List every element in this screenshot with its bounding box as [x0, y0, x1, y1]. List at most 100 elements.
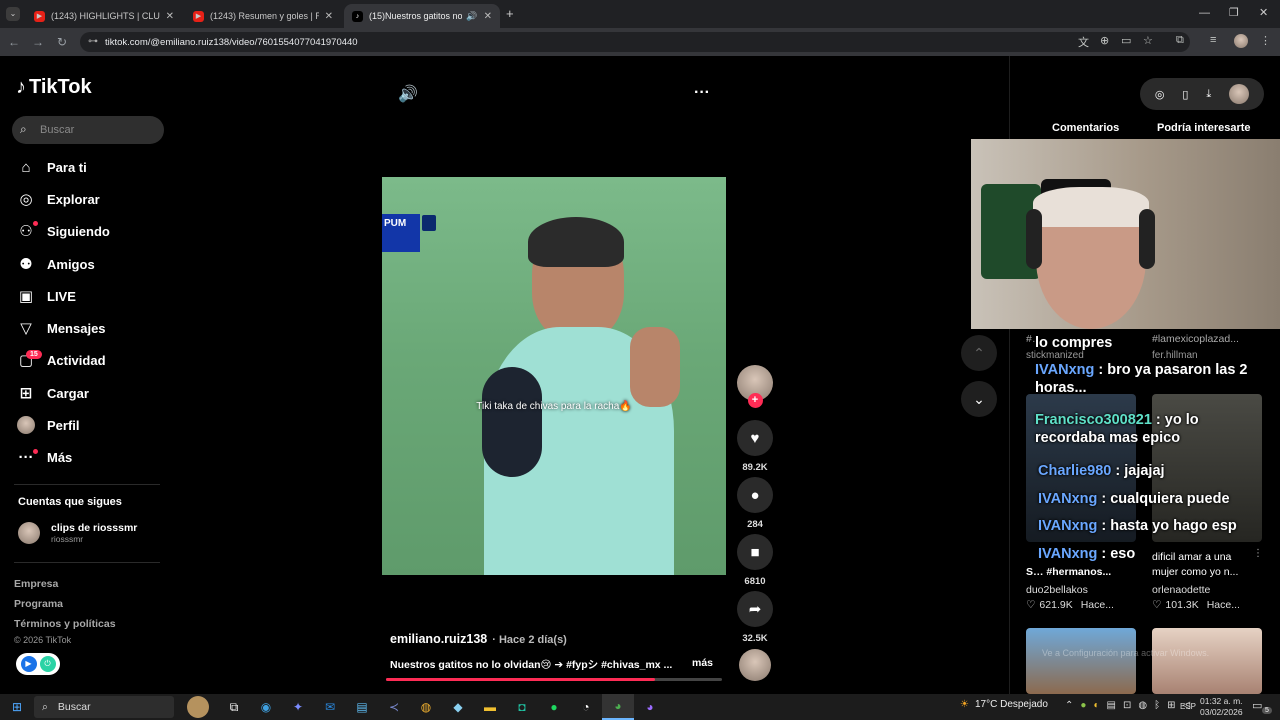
- nav-para-ti[interactable]: ⌂ Para ti: [16, 155, 86, 179]
- windows-start-icon[interactable]: ⊞: [0, 694, 34, 720]
- search-input[interactable]: ⌕ Buscar: [12, 116, 164, 144]
- card-4-author[interactable]: orlenaodette: [1152, 584, 1210, 596]
- mail-icon[interactable]: ✉: [314, 694, 346, 720]
- task-view-icon[interactable]: ⧉: [218, 694, 250, 720]
- share-button[interactable]: ➦ 32.5K: [737, 591, 773, 644]
- discord-icon[interactable]: ◕: [634, 694, 666, 720]
- card-2-tag[interactable]: #lamexicoplazad...: [1152, 333, 1239, 345]
- nav-mensajes[interactable]: ▽ Mensajes: [16, 316, 105, 340]
- network-icon[interactable]: ⊞: [1167, 700, 1175, 711]
- notifications-icon[interactable]: ▭: [1252, 699, 1262, 712]
- media-icon[interactable]: ≡: [1210, 34, 1216, 46]
- comment-button[interactable]: ● 284: [737, 477, 773, 530]
- tray-icon[interactable]: ▤: [1106, 700, 1115, 711]
- extensions-icon[interactable]: ⧉: [1176, 34, 1184, 47]
- chrome-icon[interactable]: ◕: [602, 694, 634, 720]
- copilot-icon[interactable]: ✦: [282, 694, 314, 720]
- close-icon[interactable]: ✕: [325, 11, 333, 22]
- nav-cargar[interactable]: ⊞ Cargar: [16, 381, 89, 405]
- tray-icon[interactable]: ◍: [1138, 700, 1147, 711]
- app-icon[interactable]: ◍: [410, 694, 442, 720]
- chevron-up-icon[interactable]: ⌃: [1065, 700, 1073, 711]
- translate-icon[interactable]: 文: [1078, 34, 1089, 50]
- tiktok-logo[interactable]: ♪ TikTok: [16, 76, 92, 99]
- new-tab-button[interactable]: +: [506, 6, 514, 21]
- tab-podria-interesarte[interactable]: Podría interesarte: [1157, 122, 1251, 134]
- tray-icon[interactable]: ●: [1080, 700, 1086, 711]
- nav-perfil[interactable]: Perfil: [16, 413, 80, 437]
- bookmark-star-icon[interactable]: ☆: [1143, 34, 1153, 47]
- profile-avatar[interactable]: [1229, 84, 1250, 104]
- app-toggle[interactable]: ▶ ⏻: [16, 653, 60, 675]
- cast-icon[interactable]: ▭: [1121, 34, 1131, 47]
- address-bar[interactable]: ⊶ tiktok.com/@emiliano.ruiz138/video/760…: [80, 32, 1190, 52]
- sound-button[interactable]: [737, 649, 773, 681]
- tray-icon[interactable]: ◐: [1093, 700, 1099, 711]
- app-icon[interactable]: ◔: [570, 694, 602, 720]
- previous-video-button[interactable]: ⌃: [961, 335, 997, 371]
- menu-icon[interactable]: ⋮: [1260, 34, 1271, 47]
- nav-explorar[interactable]: ◎ Explorar: [16, 187, 99, 211]
- nav-amigos[interactable]: ⚉ Amigos: [16, 252, 94, 276]
- volume-icon[interactable]: 🔊: [398, 84, 418, 104]
- app-icon[interactable]: ◆: [442, 694, 474, 720]
- audio-icon[interactable]: 🔊: [466, 11, 477, 22]
- card-6-thumbnail[interactable]: [1152, 628, 1262, 694]
- author-avatar-button[interactable]: +: [737, 365, 773, 408]
- nav-siguiendo[interactable]: ⚇ Siguiendo: [16, 219, 110, 243]
- taskbar-search[interactable]: ⌕ Buscar: [34, 696, 174, 718]
- clock[interactable]: 01:32 a. m. 03/02/2026: [1200, 696, 1243, 717]
- progress-track[interactable]: [386, 678, 722, 681]
- more-options-icon[interactable]: ···: [694, 84, 710, 102]
- weather-widget[interactable]: ☀ 17°C Despejado: [960, 699, 1048, 710]
- followed-account[interactable]: clips de riosssmr riosssmr: [18, 522, 137, 544]
- close-icon[interactable]: ✕: [166, 11, 174, 22]
- card-5-thumbnail[interactable]: [1026, 628, 1136, 694]
- card-3-title[interactable]: S… #hermanos...: [1026, 566, 1136, 578]
- language-indicator[interactable]: ESP: [1180, 702, 1196, 711]
- close-window-button[interactable]: ✕: [1259, 6, 1268, 19]
- device-icon[interactable]: ▯: [1182, 88, 1188, 101]
- vscode-icon[interactable]: ≺: [378, 694, 410, 720]
- spotify-icon[interactable]: ●: [538, 694, 570, 720]
- card-4-more-icon[interactable]: ⋮: [1253, 548, 1263, 559]
- restore-button[interactable]: ❐: [1229, 6, 1239, 19]
- zoom-icon[interactable]: ⊕: [1100, 34, 1109, 47]
- explore-icon[interactable]: ◎: [1155, 88, 1165, 101]
- file-explorer-icon[interactable]: ▬: [474, 694, 506, 720]
- download-icon[interactable]: ⤓: [1206, 88, 1211, 101]
- edge-icon[interactable]: ◉: [250, 694, 282, 720]
- cortana-icon[interactable]: [178, 694, 218, 720]
- nav-mas[interactable]: ··· Más: [16, 445, 73, 469]
- tab-2[interactable]: ▶ (1243) Resumen y goles | Real M ✕: [185, 4, 341, 28]
- bluetooth-icon[interactable]: ᛒ: [1154, 700, 1160, 711]
- site-info-icon[interactable]: ⊶: [88, 36, 98, 47]
- save-button[interactable]: ■ 6810: [737, 534, 773, 587]
- reload-icon[interactable]: ↻: [50, 35, 74, 49]
- card-4-title[interactable]: dificil amar a una mujer como yo n...: [1152, 550, 1252, 579]
- nav-live[interactable]: ▣ LIVE: [16, 284, 76, 308]
- profile-avatar[interactable]: [1234, 34, 1248, 48]
- video-player[interactable]: PUM Tiki taka de chivas para la racha🔥: [382, 177, 726, 575]
- forward-icon[interactable]: →: [26, 35, 50, 49]
- back-icon[interactable]: ←: [2, 35, 26, 49]
- tab-3-active[interactable]: ♪ (15)Nuestros gatitos no lo o 🔊 ✕: [344, 4, 500, 28]
- tab-comentarios[interactable]: Comentarios: [1052, 122, 1119, 134]
- tab-1[interactable]: ▶ (1243) HIGHLIGHTS | CLUB AMÉ ✕: [26, 4, 182, 28]
- card-3-author[interactable]: duo2bellakos: [1026, 584, 1088, 596]
- like-button[interactable]: ♥ 89.2K: [737, 420, 773, 473]
- card-2-author[interactable]: fer.hillman: [1152, 350, 1198, 361]
- more-link[interactable]: más: [692, 657, 713, 669]
- footer-empresa[interactable]: Empresa: [14, 578, 58, 590]
- store-icon[interactable]: ▤: [346, 694, 378, 720]
- minimize-button[interactable]: —: [1199, 7, 1210, 19]
- tray-icon[interactable]: ⊡: [1123, 700, 1131, 711]
- close-icon[interactable]: ✕: [484, 11, 492, 22]
- footer-programa[interactable]: Programa: [14, 598, 63, 610]
- next-video-button[interactable]: ⌄: [961, 381, 997, 417]
- app-icon[interactable]: ◘: [506, 694, 538, 720]
- follow-plus-icon[interactable]: +: [747, 393, 763, 408]
- footer-terminos[interactable]: Términos y políticas: [14, 618, 116, 630]
- author-link[interactable]: emiliano.ruiz138: [390, 632, 487, 646]
- tab-search-button[interactable]: ⌄: [6, 7, 20, 21]
